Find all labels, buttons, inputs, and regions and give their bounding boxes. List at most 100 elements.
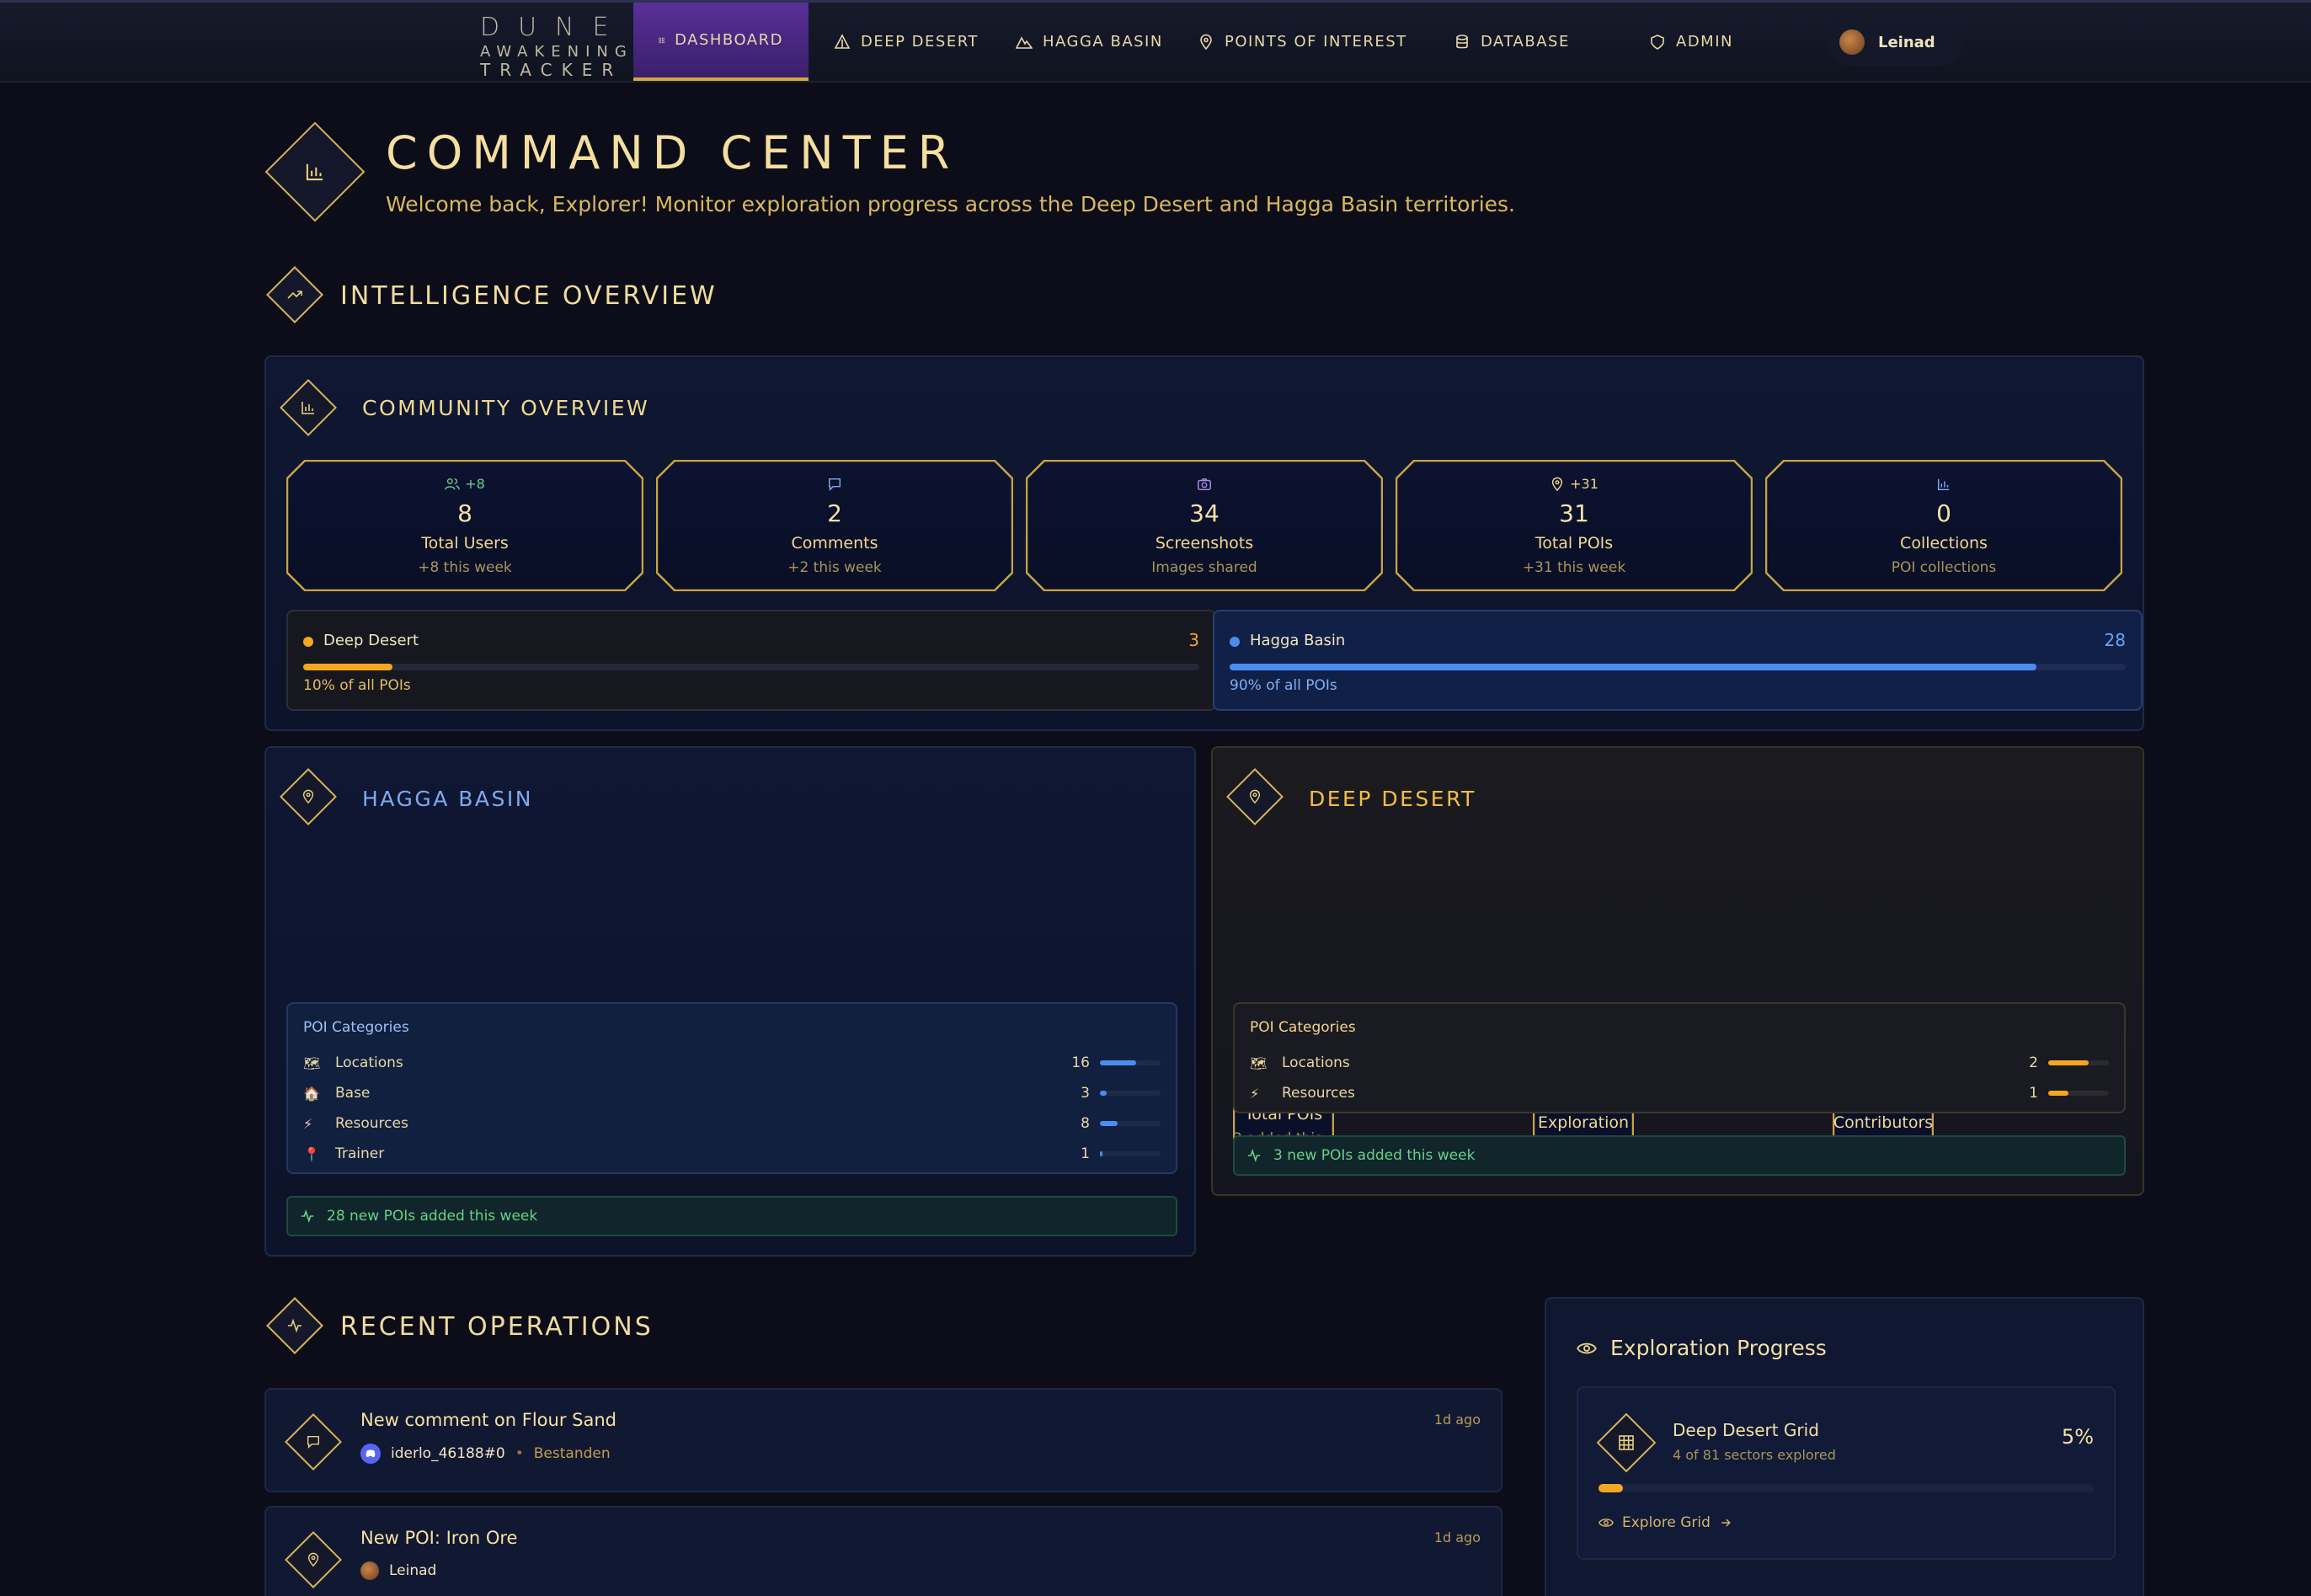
grid-subtitle: 4 of 81 sectors explored: [1673, 1447, 1836, 1463]
category-name: Locations: [335, 1054, 403, 1071]
operation-user[interactable]: iderlo_46188#0: [391, 1445, 505, 1462]
user-menu[interactable]: Leinad: [1828, 18, 1962, 67]
stat-label: Total Users: [421, 533, 509, 552]
section-title-recent: RECENT OPERATIONS: [340, 1312, 654, 1342]
stat-card: 34 Screenshots Images shared: [1026, 460, 1383, 591]
stat-value: 31: [1559, 499, 1589, 527]
app-logo[interactable]: DUNE AWAKENING TRACKER: [478, 13, 647, 80]
map-pin-icon: [1200, 34, 1212, 50]
arrow-right-icon: [1721, 1519, 1731, 1527]
desert-weekly: 3 new POIs added this week: [1233, 1135, 2126, 1176]
stat-value: 0: [1936, 499, 1951, 527]
stat-label: Comments: [791, 533, 878, 552]
avatar: [1839, 29, 1865, 55]
operation-user[interactable]: Leinad: [389, 1562, 436, 1579]
operation-item[interactable]: New comment on Flour Sand 1d ago iderlo_…: [264, 1388, 1502, 1492]
top-nav: DUNE AWAKENING TRACKER DASHBOARD DEEP DE…: [0, 0, 2311, 83]
stat-sub: POI collections: [1891, 558, 1997, 576]
community-panel: COMMUNITY OVERVIEW +8 8 Total Users +8 t…: [264, 355, 2144, 731]
category-name: Base: [335, 1085, 371, 1102]
category-row[interactable]: 🗺 Locations 16: [303, 1051, 1161, 1075]
stat-sub: +2 this week: [787, 558, 882, 576]
category-count: 2: [2029, 1054, 2038, 1071]
hagga-categories: POI Categories 🗺 Locations 16 🏠 Base 3 ⚡…: [286, 1002, 1177, 1174]
category-row[interactable]: 🗺 Locations 2: [1250, 1051, 2109, 1075]
category-bar: [1100, 1091, 1161, 1096]
camera-icon: [1198, 478, 1211, 490]
hagga-panel: HAGGA BASIN +28 28 Total POIs 28 added t…: [264, 746, 1196, 1257]
map-pin-icon: [1249, 789, 1261, 804]
poi-icon-wrap: [285, 1531, 342, 1588]
section-title-intel: INTELLIGENCE OVERVIEW: [340, 281, 718, 311]
avatar: [360, 1561, 379, 1580]
activity-icon: [1247, 1149, 1261, 1162]
community-icon: [280, 379, 337, 436]
category-bar: [2048, 1091, 2109, 1096]
grid-title: Deep Desert Grid: [1673, 1420, 1819, 1440]
desert-title: DEEP DESERT: [1309, 787, 1476, 811]
page-title: COMMAND CENTER: [386, 126, 959, 179]
category-bar: [1100, 1151, 1161, 1156]
stat-card: +8 8 Total Users +8 this week: [286, 460, 643, 591]
stat-label: Screenshots: [1155, 533, 1254, 552]
category-row[interactable]: ⚡ Resources 1: [1250, 1081, 2109, 1105]
operation-item[interactable]: New POI: Iron Ore 1d ago Leinad: [264, 1506, 1502, 1596]
comment-icon-wrap: [285, 1413, 342, 1471]
nav-database-label: DATABASE: [1481, 33, 1570, 51]
dist-hagga-basin: Hagga Basin 28 90% of all POIs: [1213, 610, 2143, 711]
nav-admin-label: ADMIN: [1676, 33, 1733, 51]
stat-sub: +31 this week: [1522, 558, 1626, 576]
stat-badge: +8: [465, 476, 485, 492]
nav-points-of-interest[interactable]: POINTS OF INTEREST: [1198, 3, 1407, 81]
category-row[interactable]: 🏠 Base 3: [303, 1081, 1161, 1105]
stat-label: Collections: [1900, 533, 1988, 552]
stat-value: 8: [457, 499, 472, 527]
nav-hagga-basin[interactable]: HAGGA BASIN: [1016, 3, 1163, 81]
users-icon: [445, 478, 461, 490]
category-icon: 📍: [303, 1145, 320, 1162]
user-name: Leinad: [1878, 33, 1935, 51]
category-icon: 🗺: [303, 1054, 321, 1071]
recent-icon: [266, 1297, 323, 1354]
nav-deep-desert[interactable]: DEEP DESERT: [834, 3, 979, 81]
page-subtitle: Welcome back, Explorer! Monitor explorat…: [386, 192, 1516, 216]
stat-sub: Images shared: [1151, 558, 1257, 576]
stat-card: 2 Comments +2 this week: [656, 460, 1013, 591]
stat-value: 2: [827, 499, 842, 527]
operation-title: New comment on Flour Sand: [360, 1410, 616, 1430]
category-bar: [2048, 1060, 2109, 1065]
category-bar: [1100, 1121, 1161, 1126]
category-count: 3: [1081, 1085, 1090, 1102]
category-count: 1: [1081, 1145, 1090, 1162]
stat-label: Total POIs: [1534, 533, 1614, 552]
category-name: Locations: [1282, 1054, 1350, 1071]
deep-desert-grid-card[interactable]: Deep Desert Grid 4 of 81 sectors explore…: [1577, 1386, 2116, 1560]
dist-deep-desert: Deep Desert 3 10% of all POIs: [286, 610, 1216, 711]
category-name: Resources: [335, 1115, 408, 1132]
grid-progress: [1598, 1484, 2094, 1492]
category-bar: [1100, 1060, 1161, 1065]
category-row[interactable]: ⚡ Resources 8: [303, 1112, 1161, 1135]
operation-location[interactable]: Bestanden: [534, 1445, 611, 1462]
desert-icon: [1226, 768, 1284, 825]
category-row[interactable]: 📍 Trainer 1: [303, 1142, 1161, 1166]
hagga-icon: [280, 768, 337, 825]
trending-up-icon: [287, 291, 302, 299]
operation-time: 1d ago: [1433, 1529, 1481, 1545]
nav-dashboard[interactable]: DASHBOARD: [633, 3, 809, 81]
grid-percent: 5%: [2061, 1425, 2094, 1449]
stat-label: Contributors: [1833, 1113, 1934, 1132]
explore-grid-link[interactable]: Explore Grid: [1598, 1514, 1732, 1531]
desert-categories: POI Categories 🗺 Locations 2 ⚡ Resources…: [1233, 1002, 2126, 1113]
stat-value: 34: [1189, 499, 1220, 527]
exploration-title: Exploration Progress: [1610, 1336, 1827, 1360]
nav-admin[interactable]: ADMIN: [1649, 3, 1733, 81]
community-title: COMMUNITY OVERVIEW: [362, 396, 650, 420]
bar-chart-icon: [306, 163, 323, 181]
category-icon: 🗺: [1250, 1054, 1268, 1071]
mountain-icon: [1016, 35, 1033, 49]
category-name: Trainer: [335, 1145, 385, 1162]
nav-database[interactable]: DATABASE: [1454, 3, 1570, 81]
shield-icon: [1651, 34, 1664, 50]
stat-sub: +8 this week: [418, 558, 512, 576]
